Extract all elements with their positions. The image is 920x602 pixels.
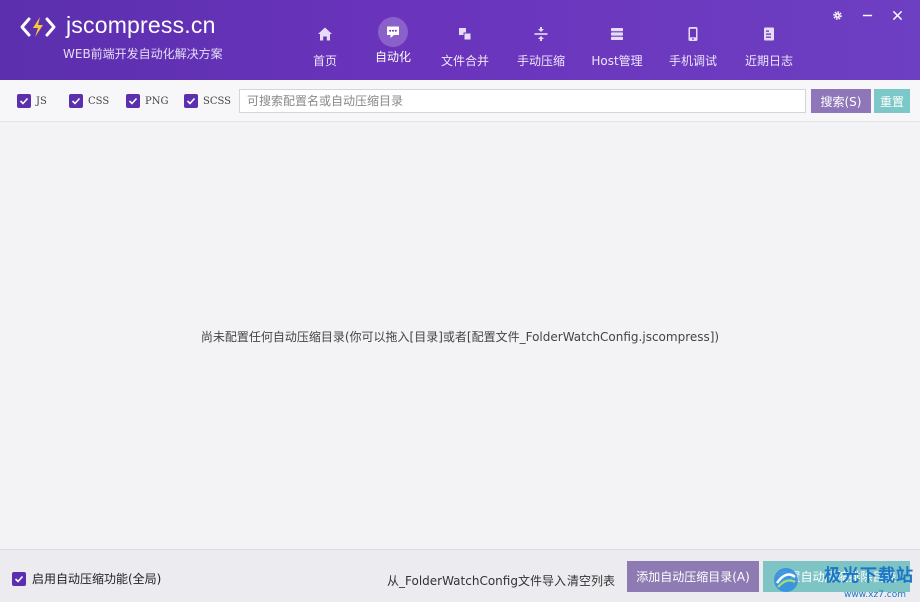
log-icon	[764, 27, 774, 41]
app-header: jscompress.cn WEB前端开发自动化解决方案 首页 自动化 文件合并…	[0, 0, 920, 80]
import-config-link[interactable]: 从_FolderWatchConfig文件导入	[387, 572, 566, 589]
close-button[interactable]	[882, 6, 912, 24]
enable-auto-compress-checkbox[interactable]: 启用自动压缩功能(全局)	[12, 570, 161, 587]
add-watch-dir-button[interactable]: 添加自动压缩目录(A)	[627, 561, 759, 592]
settings-button[interactable]	[822, 6, 852, 24]
home-icon	[318, 27, 332, 41]
empty-state-message: 尚未配置任何自动压缩目录(你可以拖入[目录]或者[配置文件_FolderWatc…	[200, 330, 720, 344]
nav-item-manual-compress[interactable]: 手动压缩	[503, 0, 579, 80]
checkbox-checked-icon	[17, 94, 31, 108]
filter-scss-checkbox[interactable]: SCSS	[184, 94, 231, 108]
nav-label: 自动化	[374, 50, 411, 64]
window-controls	[822, 6, 912, 24]
nav-item-file-merge[interactable]: 文件合并	[427, 0, 503, 80]
nav-item-host-manage[interactable]: Host管理	[579, 0, 655, 80]
app-subtitle: WEB前端开发自动化解决方案	[63, 47, 223, 61]
nav-label: 近期日志	[744, 54, 793, 68]
filter-js-checkbox[interactable]: JS	[17, 94, 47, 108]
nav-item-home[interactable]: 首页	[291, 0, 359, 80]
checkbox-checked-icon	[184, 94, 198, 108]
server-icon	[611, 28, 623, 40]
reset-button[interactable]: 重置	[874, 89, 910, 113]
app-title: jscompress.cn	[66, 12, 216, 38]
nav-label: 文件合并	[440, 54, 489, 68]
merge-icon	[459, 28, 472, 41]
compress-icon	[534, 27, 548, 41]
main-nav: 首页 自动化 文件合并 手动压缩 Host管理 手机调试 近期日志	[291, 0, 807, 80]
checkbox-checked-icon	[12, 571, 26, 586]
close-icon	[892, 10, 902, 20]
filter-css-checkbox[interactable]: CSS	[69, 94, 109, 108]
nav-label: 手动压缩	[516, 54, 565, 68]
checkbox-checked-icon	[69, 94, 83, 108]
set-exclude-dir-button[interactable]: 设置自动压缩排除目录	[763, 561, 910, 592]
nav-label: 首页	[312, 54, 337, 68]
filter-label: JS	[36, 95, 47, 107]
chat-icon	[387, 26, 399, 38]
gear-icon	[832, 10, 842, 20]
nav-label: Host管理	[591, 54, 643, 68]
nav-item-recent-log[interactable]: 近期日志	[731, 0, 807, 80]
filter-label: SCSS	[203, 95, 232, 107]
checkbox-checked-icon	[126, 94, 140, 108]
minimize-icon	[862, 14, 872, 16]
footer-bar: 启用自动压缩功能(全局) 从_FolderWatchConfig文件导入 清空列…	[0, 549, 920, 602]
nav-label: 手机调试	[668, 54, 717, 68]
config-list-area[interactable]: 尚未配置任何自动压缩目录(你可以拖入[目录]或者[配置文件_FolderWatc…	[0, 122, 920, 549]
filter-label: PNG	[145, 95, 169, 107]
filter-bar: JS CSS PNG SCSS 搜索(S) 重置	[0, 80, 920, 122]
code-bolt-logo-icon	[20, 17, 56, 37]
search-input[interactable]	[239, 89, 806, 113]
filter-label: CSS	[88, 95, 110, 107]
phone-icon	[688, 27, 698, 41]
filter-png-checkbox[interactable]: PNG	[126, 94, 168, 108]
minimize-button[interactable]	[852, 6, 882, 24]
nav-item-phone-debug[interactable]: 手机调试	[655, 0, 731, 80]
clear-list-link[interactable]: 清空列表	[567, 572, 615, 589]
enable-auto-compress-label: 启用自动压缩功能(全局)	[32, 572, 162, 586]
search-button[interactable]: 搜索(S)	[811, 89, 871, 113]
nav-item-automation[interactable]: 自动化	[359, 0, 427, 80]
